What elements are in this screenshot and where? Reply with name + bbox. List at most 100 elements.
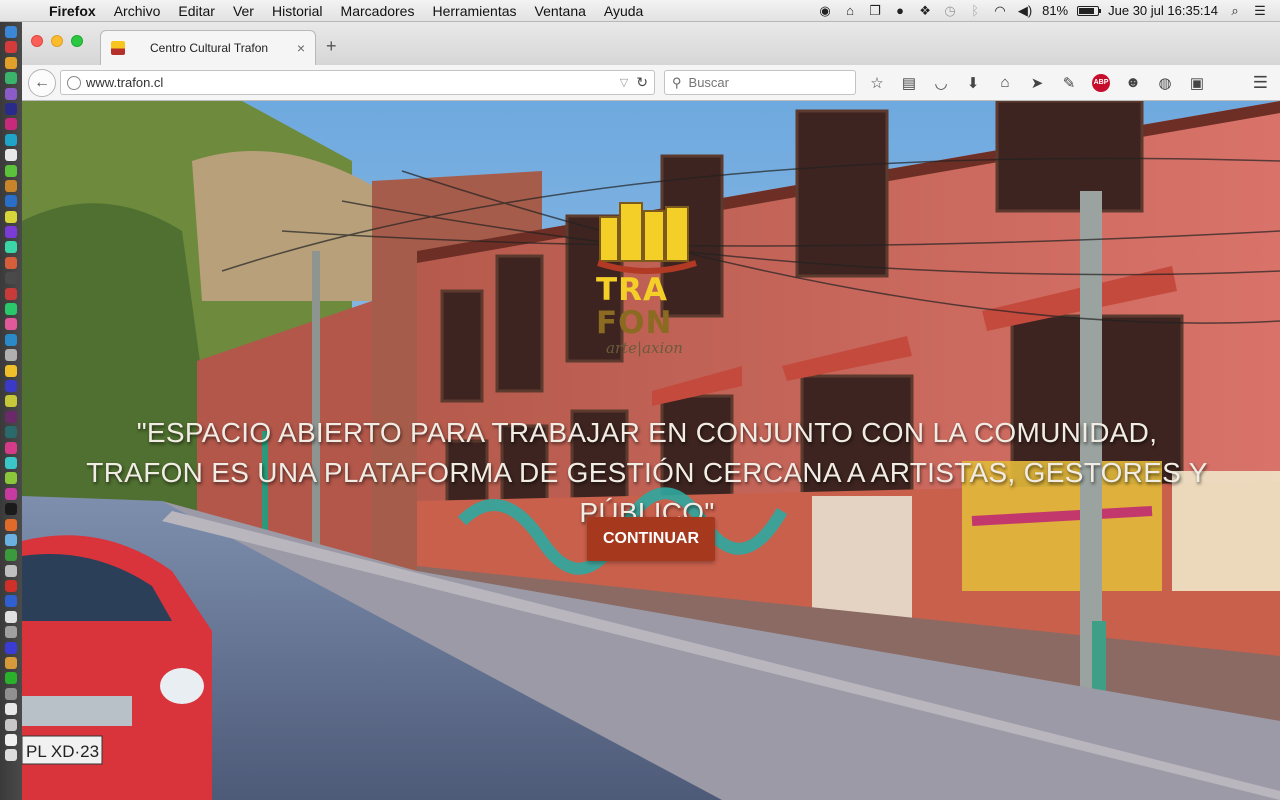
bookmark-star-icon[interactable]: ☆ [868, 74, 886, 92]
extension-icon[interactable]: ✎ [1060, 74, 1078, 92]
spotlight-search-icon[interactable]: ⌕ [1227, 3, 1243, 19]
dock-app-icon[interactable] [5, 195, 17, 208]
volume-icon[interactable]: ◀) [1017, 3, 1033, 19]
dock-app-icon[interactable] [5, 580, 17, 593]
wifi-icon[interactable]: ◠ [992, 3, 1008, 19]
dock-app-icon[interactable] [5, 164, 17, 177]
dock-app-icon[interactable] [5, 149, 17, 162]
new-tab-icon[interactable]: + [326, 36, 337, 57]
dock-app-icon[interactable] [5, 703, 17, 716]
menu-herramientas[interactable]: Herramientas [423, 3, 525, 19]
dock-app-icon[interactable] [5, 395, 17, 408]
dropbox-icon[interactable]: ❖ [917, 3, 933, 19]
bluetooth-icon[interactable]: ᛒ [967, 3, 983, 19]
dock-app-icon[interactable] [5, 72, 17, 85]
dock-app-icon[interactable] [5, 379, 17, 392]
dock-app-icon[interactable] [5, 303, 17, 316]
dock-app-icon[interactable] [5, 410, 17, 423]
chat-icon[interactable]: ☻ [1124, 74, 1142, 92]
dock-app-icon[interactable] [5, 749, 17, 762]
search-bar[interactable]: ⚲ [664, 70, 856, 95]
status-window-icon[interactable]: ❐ [867, 3, 883, 19]
dock-app-icon[interactable] [5, 272, 17, 285]
dock-app-icon[interactable] [5, 226, 17, 239]
tab-active[interactable]: Centro Cultural Trafon × [100, 30, 316, 65]
pocket-icon[interactable]: ◡ [932, 74, 950, 92]
dock-app-icon[interactable] [5, 102, 17, 115]
dock-app-icon[interactable] [5, 118, 17, 131]
dock-app-icon[interactable] [5, 657, 17, 670]
trafon-logo: TRA FON arte|axion [592, 199, 702, 379]
url-text[interactable]: www.trafon.cl [86, 75, 620, 90]
dock-app-icon[interactable] [5, 533, 17, 546]
dock-app-icon[interactable] [5, 333, 17, 346]
url-dropdown-icon[interactable]: ▽ [620, 76, 628, 89]
dock-app-icon[interactable] [5, 472, 17, 485]
zoom-window-button[interactable] [71, 35, 83, 47]
dock-app-icon[interactable] [5, 287, 17, 300]
search-input[interactable] [688, 75, 839, 90]
minimize-window-button[interactable] [51, 35, 63, 47]
hamburger-menu-icon[interactable]: ☰ [1253, 73, 1274, 93]
dock-app-icon[interactable] [5, 426, 17, 439]
menu-editar[interactable]: Editar [169, 3, 224, 19]
dock-app-icon[interactable] [5, 441, 17, 454]
continue-button[interactable]: CONTINUAR [587, 517, 715, 561]
dock-app-icon[interactable] [5, 733, 17, 746]
s-extension-icon[interactable]: ▣ [1188, 74, 1206, 92]
home-icon[interactable]: ⌂ [996, 74, 1014, 92]
battery-percent[interactable]: 81% [1042, 3, 1068, 18]
menu-ayuda[interactable]: Ayuda [595, 3, 652, 19]
dock-app-icon[interactable] [5, 56, 17, 69]
dock-app-icon[interactable] [5, 26, 17, 38]
dock-app-icon[interactable] [5, 179, 17, 192]
dock-app-icon[interactable] [5, 503, 17, 516]
menu-ver[interactable]: Ver [224, 3, 263, 19]
menu-marcadores[interactable]: Marcadores [332, 3, 424, 19]
dock-app-icon[interactable] [5, 241, 17, 254]
dock-app-icon[interactable] [5, 364, 17, 377]
time-machine-icon[interactable]: ◷ [942, 3, 958, 19]
dock-app-icon[interactable] [5, 256, 17, 269]
menu-app-name[interactable]: Firefox [40, 3, 105, 19]
dock-app-icon[interactable] [5, 349, 17, 362]
dock [0, 22, 22, 800]
dock-app-icon[interactable] [5, 641, 17, 654]
dock-app-icon[interactable] [5, 564, 17, 577]
menubar-clock[interactable]: Jue 30 jul 16:35:14 [1108, 3, 1218, 18]
url-bar[interactable]: www.trafon.cl ▽ ↻ [60, 70, 655, 95]
dock-app-icon[interactable] [5, 87, 17, 100]
tab-close-icon[interactable]: × [297, 40, 305, 56]
battery-icon[interactable] [1077, 5, 1102, 16]
avatar-extension-icon[interactable]: ◍ [1156, 74, 1174, 92]
status-podcast-icon[interactable]: ⌂ [842, 3, 858, 19]
dock-app-icon[interactable] [5, 718, 17, 731]
dock-app-icon[interactable] [5, 518, 17, 531]
logo-word-fon: FON [596, 305, 673, 341]
adblock-plus-icon[interactable]: ABP [1092, 73, 1110, 92]
close-window-button[interactable] [31, 35, 43, 47]
dock-app-icon[interactable] [5, 487, 17, 500]
dock-app-icon[interactable] [5, 456, 17, 469]
back-button[interactable]: ← [28, 68, 56, 97]
dock-app-icon[interactable] [5, 41, 17, 54]
menu-archivo[interactable]: Archivo [105, 3, 170, 19]
dock-app-icon[interactable] [5, 133, 17, 146]
dock-app-icon[interactable] [5, 687, 17, 700]
dock-app-icon[interactable] [5, 210, 17, 223]
downloads-icon[interactable]: ⬇ [964, 74, 982, 92]
notification-center-icon[interactable]: ☰ [1252, 3, 1268, 19]
dock-app-icon[interactable] [5, 672, 17, 685]
reading-list-icon[interactable]: ▤ [900, 74, 918, 92]
dock-app-icon[interactable] [5, 595, 17, 608]
reload-icon[interactable]: ↻ [636, 74, 648, 91]
send-icon[interactable]: ➤ [1028, 74, 1046, 92]
dock-app-icon[interactable] [5, 549, 17, 562]
menu-ventana[interactable]: Ventana [526, 3, 595, 19]
status-app-icon[interactable]: ◉ [817, 3, 833, 19]
status-circle-icon[interactable]: ● [892, 3, 908, 19]
menu-historial[interactable]: Historial [263, 3, 332, 19]
dock-app-icon[interactable] [5, 318, 17, 331]
dock-app-icon[interactable] [5, 610, 17, 623]
dock-app-icon[interactable] [5, 626, 17, 639]
